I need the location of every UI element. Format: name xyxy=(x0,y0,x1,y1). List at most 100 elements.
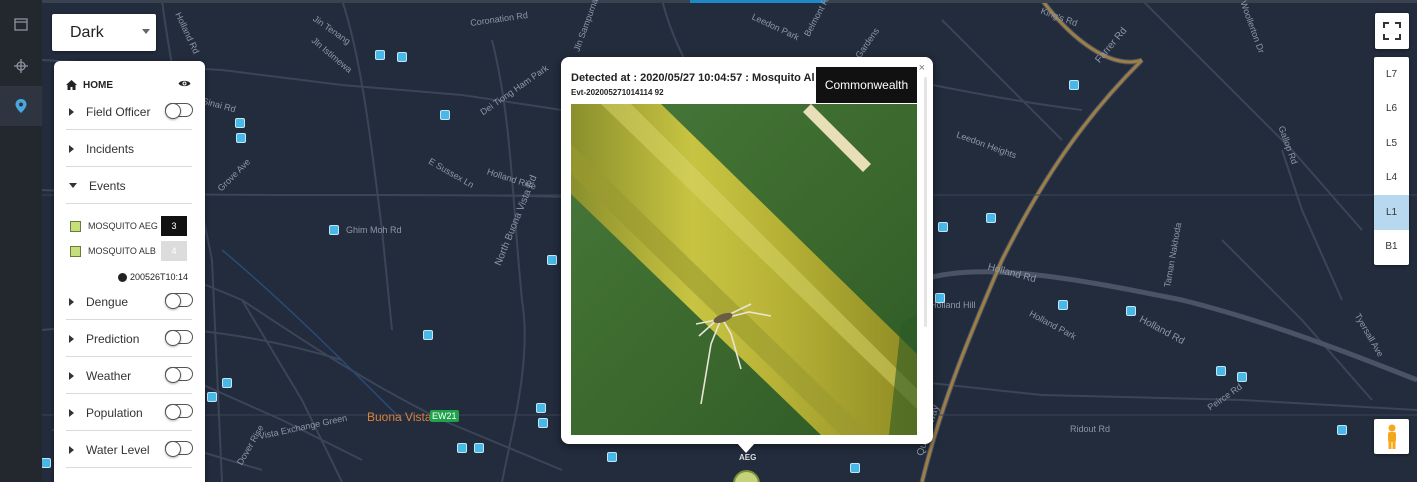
bus-stop-icon[interactable] xyxy=(207,392,217,402)
bus-stop-icon[interactable] xyxy=(935,293,945,303)
station-code-badge: EW21 xyxy=(430,410,459,422)
theme-select[interactable]: Dark xyxy=(52,14,156,51)
bus-stop-icon[interactable] xyxy=(235,118,245,128)
home-label: HOME xyxy=(83,79,113,91)
left-rail xyxy=(0,0,42,482)
layer-row-label: Incidents xyxy=(86,141,135,156)
bus-stop-icon[interactable] xyxy=(329,225,339,235)
theme-select-value: Dark xyxy=(70,23,104,41)
fullscreen-button[interactable] xyxy=(1375,13,1409,49)
prediction-toggle[interactable] xyxy=(165,330,193,346)
clock-icon xyxy=(117,272,127,282)
layer-row-field-officer[interactable]: Field Officer xyxy=(66,94,193,130)
legend-label: MOSQUITO ALB xyxy=(88,246,156,256)
bus-stop-icon[interactable] xyxy=(236,133,246,143)
layer-row-label: Dengue xyxy=(86,294,129,309)
level-button[interactable]: L7 xyxy=(1374,57,1409,92)
bus-stop-icon[interactable] xyxy=(986,213,996,223)
popup-event-id: Evt-202005271014114 92 xyxy=(571,88,664,97)
bus-stop-icon[interactable] xyxy=(397,52,407,62)
bus-stop-icon[interactable] xyxy=(607,452,617,462)
mosquito-photo xyxy=(571,104,917,435)
chevron-right-icon xyxy=(69,445,74,454)
layer-row-dengue[interactable]: Dengue xyxy=(66,284,193,320)
layer-row-prediction[interactable]: Prediction xyxy=(66,321,193,357)
pegman-icon xyxy=(1387,424,1396,449)
bus-stop-icon[interactable] xyxy=(536,403,546,413)
bus-stop-icon[interactable] xyxy=(41,458,51,468)
layer-row-weather[interactable]: Weather xyxy=(66,358,193,394)
floor-level-selector: L7 L6 L5 L4 L1 B1 xyxy=(1374,57,1409,265)
home-icon xyxy=(66,80,77,90)
legend-swatch xyxy=(70,220,81,232)
legend-item-mosquito-alb[interactable]: MOSQUITO ALB 4 xyxy=(70,241,187,261)
chevron-right-icon xyxy=(69,408,74,417)
bus-stop-icon[interactable] xyxy=(1058,300,1068,310)
layer-row-label: Weather xyxy=(86,368,132,383)
bus-stop-icon[interactable] xyxy=(375,50,385,60)
bus-stop-icon[interactable] xyxy=(1337,425,1347,435)
bus-stop-icon[interactable] xyxy=(538,418,548,428)
marker-label: AEG xyxy=(739,453,757,462)
chevron-right-icon xyxy=(69,107,74,116)
layer-row-label: Population xyxy=(86,405,143,420)
eye-icon[interactable] xyxy=(178,79,191,88)
level-button[interactable]: L1 xyxy=(1374,195,1409,230)
level-button[interactable]: L5 xyxy=(1374,126,1409,161)
bus-stop-icon[interactable] xyxy=(1216,366,1226,376)
layer-row-label: Field Officer xyxy=(86,104,151,119)
level-button[interactable]: L6 xyxy=(1374,92,1409,127)
bus-stop-icon[interactable] xyxy=(850,463,860,473)
location-tooltip: Commonwealth xyxy=(816,67,917,103)
layer-row-label: Events xyxy=(89,178,126,193)
top-accent-bar xyxy=(690,0,825,3)
chevron-right-icon xyxy=(69,144,74,153)
street-view-pegman[interactable] xyxy=(1374,419,1409,454)
chevron-right-icon xyxy=(69,297,74,306)
legend-swatch xyxy=(70,245,81,257)
population-toggle[interactable] xyxy=(165,404,193,420)
bus-stop-icon[interactable] xyxy=(1126,306,1136,316)
chevron-right-icon xyxy=(69,334,74,343)
layer-row-events[interactable]: Events xyxy=(66,168,192,204)
bus-stop-icon[interactable] xyxy=(547,255,557,265)
crosshair-icon[interactable] xyxy=(0,46,42,86)
panel-header: HOME xyxy=(66,78,193,92)
legend-count: 3 xyxy=(161,216,187,236)
popup-title: Detected at : 2020/05/27 10:04:57 : Mosq… xyxy=(571,72,815,84)
calendar-icon[interactable] xyxy=(0,4,42,44)
popup-scrollbar[interactable] xyxy=(924,77,927,327)
layer-row-incidents[interactable]: Incidents xyxy=(66,131,192,167)
bus-stop-icon[interactable] xyxy=(222,378,232,388)
level-button[interactable]: B1 xyxy=(1374,230,1409,265)
layer-row-water-level[interactable]: Water Level xyxy=(66,432,193,468)
events-timestamp: 200526T10:14 xyxy=(117,272,188,282)
street-label: Ghim Moh Rd xyxy=(346,225,402,235)
station-name: Buona Vista xyxy=(367,410,432,424)
dengue-toggle[interactable] xyxy=(165,293,193,309)
legend-count: 4 xyxy=(161,241,187,261)
event-popup: Detected at : 2020/05/27 10:04:57 : Mosq… xyxy=(561,57,933,453)
bus-stop-icon[interactable] xyxy=(1069,80,1079,90)
layer-row-label: Water Level xyxy=(86,442,150,457)
bus-stop-icon[interactable] xyxy=(1237,372,1247,382)
fullscreen-icon xyxy=(1383,22,1401,40)
bus-stop-icon[interactable] xyxy=(457,443,467,453)
weather-toggle[interactable] xyxy=(165,367,193,383)
location-pin-icon[interactable] xyxy=(0,86,42,126)
water-level-toggle[interactable] xyxy=(165,441,193,457)
legend-label: MOSQUITO AEG xyxy=(88,221,158,231)
bus-stop-icon[interactable] xyxy=(440,110,450,120)
bus-stop-icon[interactable] xyxy=(423,330,433,340)
legend-item-mosquito-aeg[interactable]: MOSQUITO AEG 3 xyxy=(70,216,187,236)
layer-panel: HOME Field Officer Incidents Events MOSQ… xyxy=(54,61,205,482)
layer-row-label: Prediction xyxy=(86,331,140,346)
timestamp-text: 200526T10:14 xyxy=(129,272,188,282)
field-officer-toggle[interactable] xyxy=(165,103,193,119)
bus-stop-icon[interactable] xyxy=(474,443,484,453)
close-icon[interactable]: × xyxy=(919,62,925,74)
bus-stop-icon[interactable] xyxy=(938,222,948,232)
layer-row-population[interactable]: Population xyxy=(66,395,193,431)
level-button[interactable]: L4 xyxy=(1374,161,1409,196)
street-label: Ridout Rd xyxy=(1070,424,1111,434)
